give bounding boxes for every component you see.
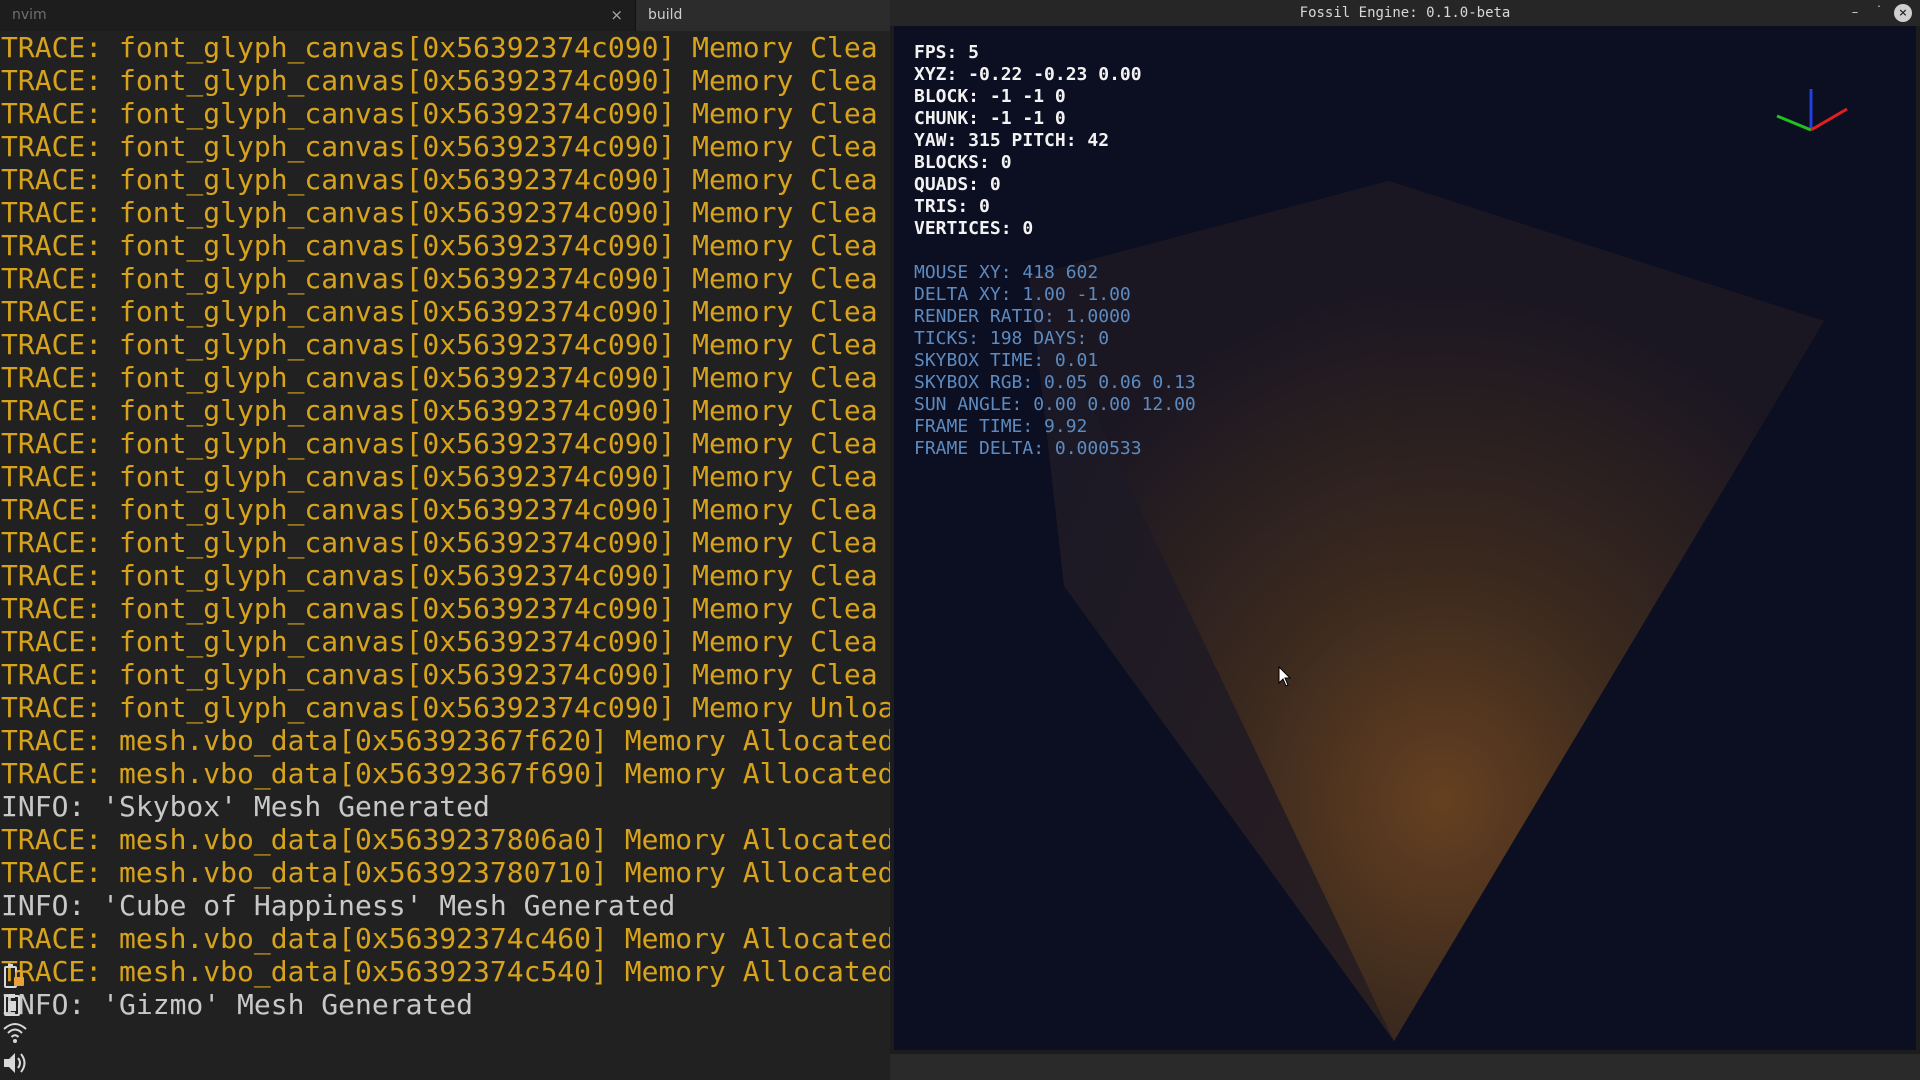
terminal-window[interactable]: nvim × build TRACE: font_glyph_canvas[0x… [0,0,890,1080]
hud-line: TRIS: 0 [914,196,990,217]
log-line-trace: TRACE: mesh.vbo_data[0x56392367f690] Mem… [1,757,890,790]
wifi-icon[interactable] [2,1020,28,1044]
desktop-bottom-strip [890,1054,1920,1080]
hud-line: FPS: 5 [914,42,980,63]
log-line-trace: TRACE: font_glyph_canvas[0x56392374c090]… [1,295,878,328]
debug-hud: FPS: 5 XYZ: -0.22 -0.23 0.00 BLOCK: -1 -1 … [914,42,1196,460]
maximize-icon[interactable]: ˙ [1870,4,1888,22]
hud-line: FRAME TIME: 9.92 [914,416,1088,437]
log-line-trace: TRACE: font_glyph_canvas[0x56392374c090]… [1,361,878,394]
tab-build[interactable]: build [636,0,890,31]
log-line-trace: TRACE: font_glyph_canvas[0x56392374c090]… [1,64,878,97]
log-line-trace: TRACE: font_glyph_canvas[0x56392374c090]… [1,328,878,361]
hud-secondary-stats: MOUSE XY: 418 602 DELTA XY: 1.00 -1.00 REN… [914,262,1196,460]
hud-line: DELTA XY: 1.00 -1.00 [914,284,1131,305]
log-line-trace: TRACE: font_glyph_canvas[0x56392374c090]… [1,262,878,295]
log-line-info: INFO: 'Gizmo' Mesh Generated [1,988,474,1021]
hud-line: QUADS: 0 [914,174,1001,195]
terminal-tab-bar: nvim × build [0,0,890,31]
tab-nvim-label: nvim [12,7,47,23]
axis-gizmo [1776,89,1848,132]
minimize-icon[interactable]: – [1846,4,1864,22]
close-icon[interactable]: × [1894,4,1912,22]
battery-locked-icon[interactable] [2,962,28,990]
log-line-info: INFO: 'Skybox' Mesh Generated [1,790,490,823]
hud-line: RENDER RATIO: 1.0000 [914,306,1131,327]
log-line-trace: TRACE: mesh.vbo_data[0x56392367f620] Mem… [1,724,890,757]
hud-line: SKYBOX TIME: 0.01 [914,350,1099,371]
log-line-trace: TRACE: font_glyph_canvas[0x56392374c090]… [1,31,878,64]
hud-line: FRAME DELTA: 0.000533 [914,438,1142,459]
window-title: Fossil Engine: 0.1.0-beta [1299,5,1511,21]
log-line-trace: TRACE: font_glyph_canvas[0x56392374c090]… [1,460,878,493]
render-viewport[interactable]: FPS: 5 XYZ: -0.22 -0.23 0.00 BLOCK: -1 -1 … [894,26,1916,1050]
log-line-trace: TRACE: font_glyph_canvas[0x56392374c090]… [1,130,878,163]
tab-build-label: build [648,7,683,23]
hud-line: XYZ: -0.22 -0.23 0.00 [914,64,1142,85]
hud-line: MOUSE XY: 418 602 [914,262,1099,283]
hud-line: TICKS: 198 DAYS: 0 [914,328,1110,349]
engine-title-bar[interactable]: Fossil Engine: 0.1.0-beta – ˙ × [890,0,1920,26]
log-line-trace: TRACE: font_glyph_canvas[0x56392374c090]… [1,559,878,592]
log-line-trace: TRACE: font_glyph_canvas[0x56392374c090]… [1,97,878,130]
log-line-trace: TRACE: font_glyph_canvas[0x56392374c090]… [1,394,878,427]
hud-line: CHUNK: -1 -1 0 [914,108,1066,129]
log-line-trace: TRACE: font_glyph_canvas[0x56392374c090]… [1,493,878,526]
clipboard-icon[interactable] [2,992,28,1018]
hud-line: YAW: 315 PITCH: 42 [914,130,1110,151]
hud-line: BLOCK: -1 -1 0 [914,86,1066,107]
log-line-trace: TRACE: font_glyph_canvas[0x56392374c090]… [1,196,878,229]
log-line-info: INFO: 'Cube of Happiness' Mesh Generated [1,889,676,922]
terminal-output[interactable]: TRACE: font_glyph_canvas[0x56392374c090]… [0,31,890,1021]
log-line-trace: TRACE: mesh.vbo_data[0x5639237806a0] Mem… [1,823,890,856]
log-line-trace: TRACE: font_glyph_canvas[0x56392374c090]… [1,427,878,460]
hud-primary-stats: FPS: 5 XYZ: -0.22 -0.23 0.00 BLOCK: -1 -1 … [914,42,1196,240]
log-line-trace: TRACE: font_glyph_canvas[0x56392374c090]… [1,592,878,625]
log-line-trace: TRACE: font_glyph_canvas[0x56392374c090]… [1,658,878,691]
log-line-trace: TRACE: mesh.vbo_data[0x56392374c460] Mem… [1,922,890,955]
mouse-cursor-icon [1278,666,1292,687]
gizmo-y-axis [1776,114,1812,132]
volume-icon[interactable] [2,1050,28,1076]
log-line-trace: TRACE: mesh.vbo_data[0x563923780710] Mem… [1,856,890,889]
hud-line: BLOCKS: 0 [914,152,1012,173]
log-line-trace: TRACE: font_glyph_canvas[0x56392374c090]… [1,229,878,262]
log-line-trace: TRACE: font_glyph_canvas[0x56392374c090]… [1,526,878,559]
tab-close-icon[interactable]: × [610,0,623,31]
gizmo-x-axis [1810,107,1848,132]
hud-line: SKYBOX RGB: 0.05 0.06 0.13 [914,372,1196,393]
log-line-trace: TRACE: mesh.vbo_data[0x56392374c540] Mem… [1,955,890,988]
log-line-trace: TRACE: font_glyph_canvas[0x56392374c090]… [1,625,878,658]
log-line-trace: TRACE: font_glyph_canvas[0x56392374c090]… [1,691,890,724]
hud-line: SUN ANGLE: 0.00 0.00 12.00 [914,394,1196,415]
log-line-trace: TRACE: font_glyph_canvas[0x56392374c090]… [1,163,878,196]
engine-window[interactable]: Fossil Engine: 0.1.0-beta – ˙ × FPS: 5 X… [890,0,1920,1054]
hud-line: VERTICES: 0 [914,218,1034,239]
tab-nvim[interactable]: nvim × [0,0,636,31]
